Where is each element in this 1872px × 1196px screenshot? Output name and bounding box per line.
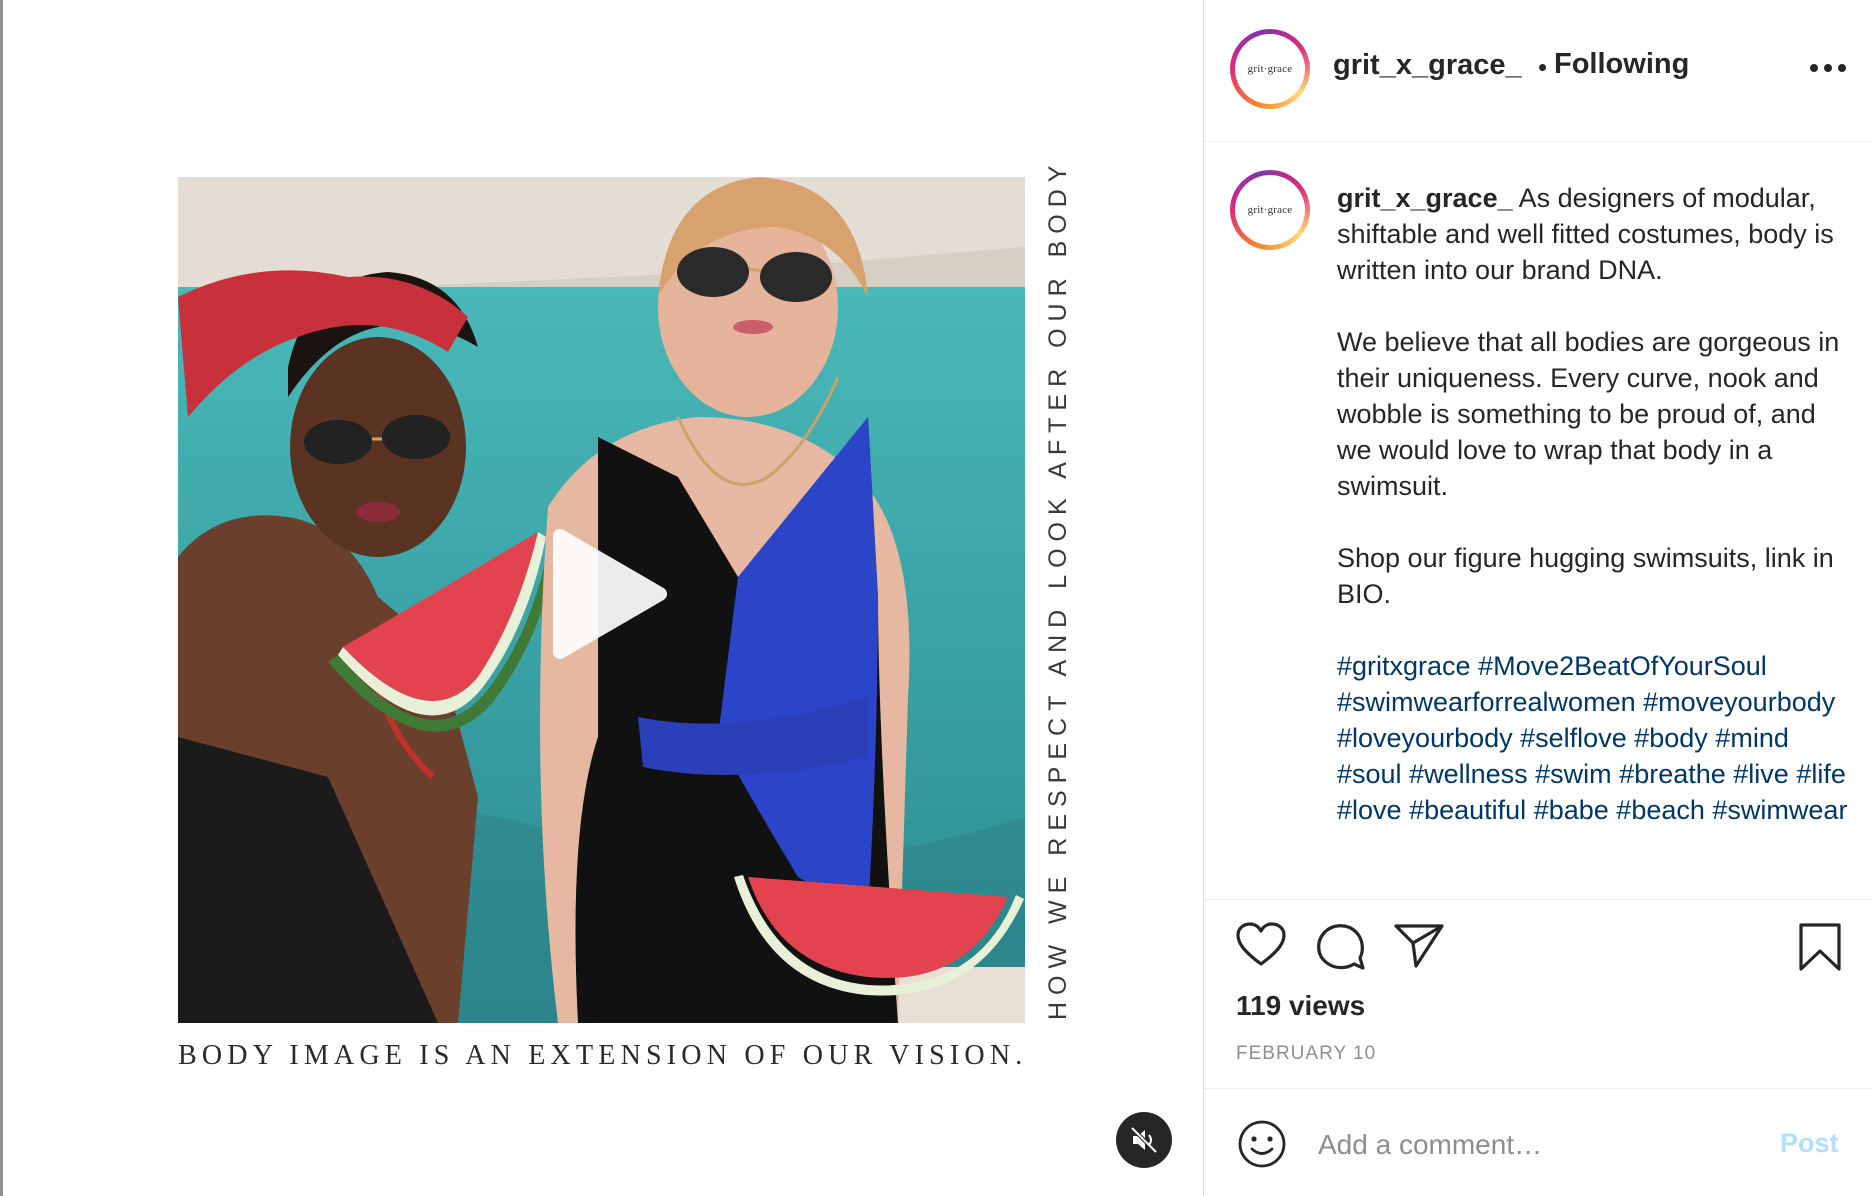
post-sidebar: grit·grace grit_x_grace_ • Following gri… [1204,0,1872,1196]
hashtag-link[interactable]: #gritxgrace [1337,651,1471,681]
hashtag-link[interactable]: #soul [1337,759,1402,789]
comment-divider [1204,1088,1872,1089]
bottom-caption-text: BODY IMAGE IS AN EXTENSION OF OUR VISION… [178,1040,1028,1071]
paper-plane-icon[interactable] [1394,922,1444,968]
hashtag-link[interactable]: #moveyourbody [1643,687,1835,717]
post-comment-button[interactable]: Post [1780,1128,1839,1159]
hashtag-link[interactable]: #beautiful [1409,795,1526,825]
mute-button[interactable] [1116,1112,1172,1168]
header-username[interactable]: grit_x_grace_ [1333,49,1522,82]
hashtag-link[interactable]: #wellness [1409,759,1528,789]
hashtag-link[interactable]: #swimwear [1712,795,1847,825]
caption-username[interactable]: grit_x_grace_ [1337,183,1513,213]
smiley-icon[interactable] [1237,1119,1287,1169]
caption-paragraph: We believe that all bodies are gorgeous … [1337,327,1840,501]
header-divider [1204,141,1872,142]
view-count[interactable]: 119 views [1236,990,1365,1022]
avatar-logo: grit·grace [1235,175,1305,245]
hashtag-link[interactable]: #Move2BeatOfYourSoul [1478,651,1767,681]
caption-paragraph: Shop our figure hugging swimsuits, link … [1337,543,1834,609]
avatar[interactable]: grit·grace [1230,29,1310,109]
post-caption: grit_x_grace_ As designers of modular, s… [1337,180,1857,828]
heart-icon[interactable] [1236,922,1286,968]
actions-divider [1204,899,1872,900]
play-icon[interactable] [548,528,672,660]
more-horizontal-icon[interactable] [1808,60,1848,76]
comment-input[interactable] [1316,1122,1750,1168]
hashtag-link[interactable]: #live [1733,759,1789,789]
hashtag-list: #gritxgrace #Move2BeatOfYourSoul #swimwe… [1337,648,1857,828]
bookmark-icon[interactable] [1798,922,1842,972]
header-separator: • [1538,52,1548,82]
hashtag-link[interactable]: #swimwearforrealwomen [1337,687,1636,717]
post-date[interactable]: FEBRUARY 10 [1236,1043,1376,1065]
hashtag-link[interactable]: #loveyourbody [1337,723,1513,753]
hashtag-link[interactable]: #selflove [1520,723,1627,753]
caption-avatar[interactable]: grit·grace [1230,170,1310,250]
comment-bubble-icon[interactable] [1316,922,1366,972]
hashtag-link[interactable]: #breathe [1619,759,1726,789]
hashtag-link[interactable]: #babe [1534,795,1609,825]
muted-speaker-icon [1130,1126,1158,1154]
vertical-caption-text: HOW WE RESPECT AND LOOK AFTER OUR BODY [1044,158,1072,1020]
hashtag-link[interactable]: #love [1337,795,1402,825]
hashtag-link[interactable]: #swim [1535,759,1612,789]
avatar-logo: grit·grace [1235,34,1305,104]
hashtag-link[interactable]: #life [1796,759,1846,789]
hashtag-link[interactable]: #mind [1715,723,1789,753]
following-button[interactable]: Following [1554,48,1689,81]
hashtag-link[interactable]: #beach [1616,795,1705,825]
hashtag-link[interactable]: #body [1634,723,1708,753]
